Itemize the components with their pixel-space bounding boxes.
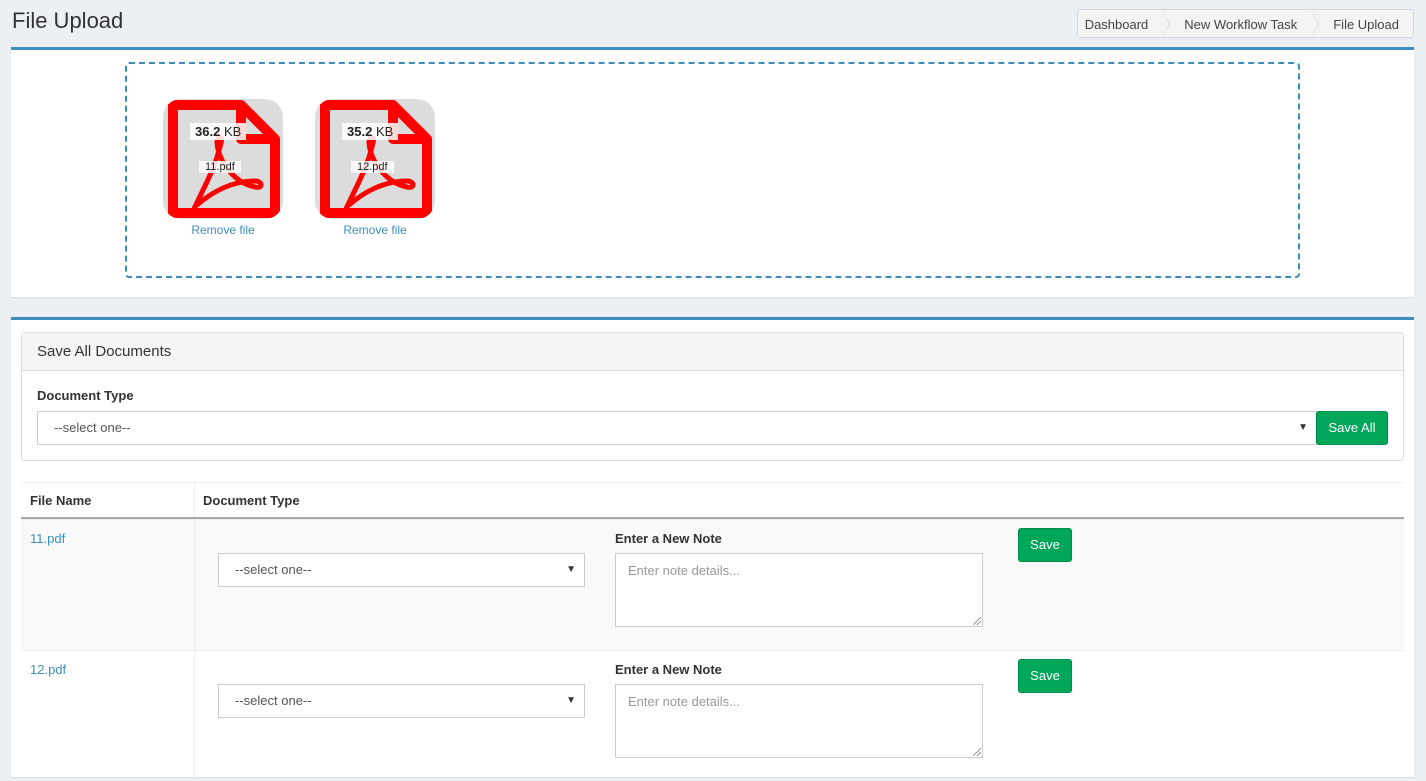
file-name-link[interactable]: 12.pdf bbox=[30, 662, 66, 677]
save-button[interactable]: Save bbox=[1018, 528, 1072, 562]
document-type-label: Document Type bbox=[37, 388, 134, 403]
save-all-button[interactable]: Save All bbox=[1316, 411, 1388, 445]
dropzone[interactable]: 36.2 KB 11.pdf Remove file 35.2 KB 12.pd… bbox=[125, 62, 1300, 278]
caret-down-icon: ▼ bbox=[566, 695, 576, 706]
documents-box: Save All Documents Document Type --selec… bbox=[11, 317, 1414, 781]
documents-table: File Name Document Type 11.pdf --select … bbox=[21, 482, 1404, 781]
caret-down-icon: ▼ bbox=[1298, 422, 1308, 433]
breadcrumb-file-upload: File Upload bbox=[1311, 10, 1413, 37]
remove-file-link[interactable]: Remove file bbox=[315, 223, 435, 237]
note-textarea[interactable]: Enter note details... bbox=[615, 553, 983, 627]
remove-file-link[interactable]: Remove file bbox=[163, 223, 283, 237]
select-value: --select one-- bbox=[54, 420, 131, 435]
caret-down-icon: ▼ bbox=[566, 564, 576, 575]
breadcrumb: Dashboard New Workflow Task File Upload bbox=[1076, 9, 1414, 38]
pdf-file-icon: 36.2 KB 11.pdf bbox=[163, 99, 283, 219]
note-placeholder: Enter note details... bbox=[628, 694, 741, 709]
file-name: 12.pdf bbox=[351, 161, 394, 173]
row-document-type-select[interactable]: --select one-- ▼ bbox=[218, 553, 585, 587]
file-name: 11.pdf bbox=[199, 161, 241, 173]
column-header-file-name: File Name bbox=[30, 493, 92, 508]
panel-heading: Save All Documents bbox=[22, 333, 1403, 371]
breadcrumb-dashboard[interactable]: Dashboard bbox=[1077, 10, 1170, 37]
file-size: 36.2 KB bbox=[190, 123, 247, 140]
document-type-select[interactable]: --select one-- ▼ bbox=[37, 411, 1317, 445]
save-button[interactable]: Save bbox=[1018, 659, 1072, 693]
upload-box: 36.2 KB 11.pdf Remove file 35.2 KB 12.pd… bbox=[11, 47, 1414, 297]
note-textarea[interactable]: Enter note details... bbox=[615, 684, 983, 758]
table-header: File Name Document Type bbox=[21, 482, 1404, 519]
file-name-link[interactable]: 11.pdf bbox=[30, 531, 65, 546]
pdf-file-icon: 35.2 KB 12.pdf bbox=[315, 99, 435, 219]
file-preview: 35.2 KB 12.pdf Remove file bbox=[315, 99, 435, 237]
resize-handle-icon[interactable] bbox=[973, 748, 981, 756]
row-document-type-select[interactable]: --select one-- ▼ bbox=[218, 684, 585, 718]
page-title: File Upload bbox=[12, 8, 124, 33]
save-all-panel: Save All Documents Document Type --selec… bbox=[21, 332, 1404, 461]
note-label: Enter a New Note bbox=[615, 531, 722, 546]
select-value: --select one-- bbox=[235, 693, 312, 708]
table-row: 12.pdf --select one-- ▼ Enter a New Note… bbox=[21, 650, 1404, 781]
resize-handle-icon[interactable] bbox=[973, 617, 981, 625]
select-value: --select one-- bbox=[235, 562, 312, 577]
column-header-document-type: Document Type bbox=[203, 493, 300, 508]
table-row: 11.pdf --select one-- ▼ Enter a New Note… bbox=[21, 519, 1404, 650]
note-placeholder: Enter note details... bbox=[628, 563, 741, 578]
note-label: Enter a New Note bbox=[615, 662, 722, 677]
file-size: 35.2 KB bbox=[342, 123, 399, 140]
breadcrumb-new-workflow-task[interactable]: New Workflow Task bbox=[1162, 10, 1320, 37]
file-preview: 36.2 KB 11.pdf Remove file bbox=[163, 99, 283, 237]
